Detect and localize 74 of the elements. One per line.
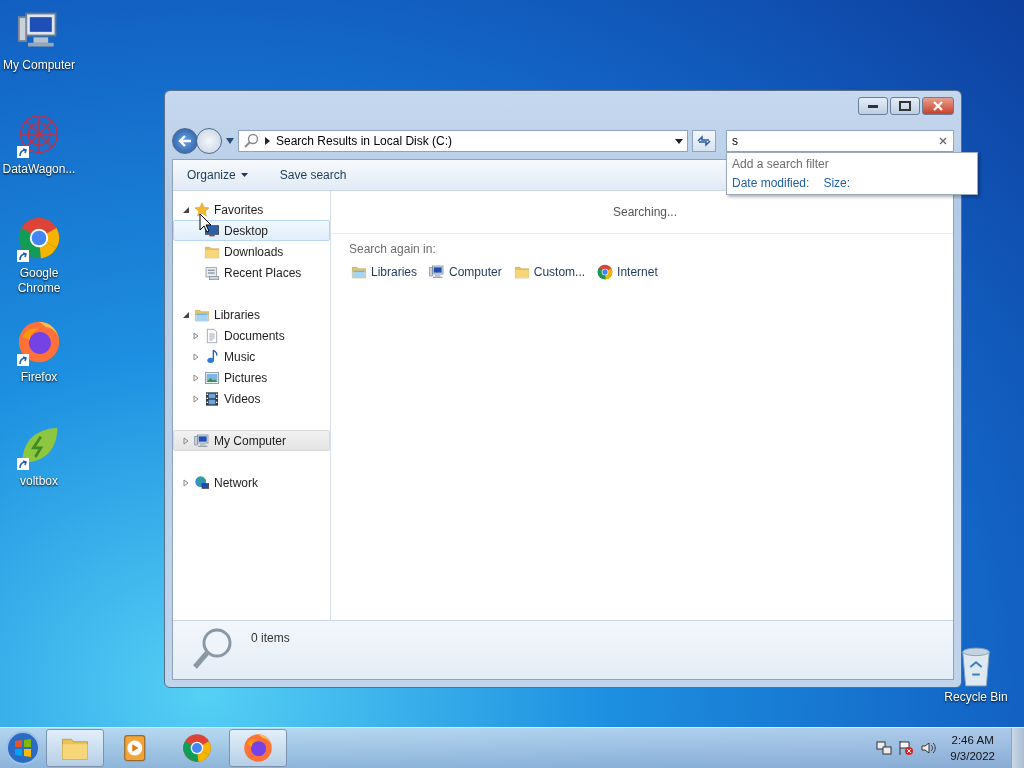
- close-icon: [932, 101, 944, 111]
- expander-icon[interactable]: [182, 205, 190, 214]
- nav-item[interactable]: Network: [173, 472, 330, 493]
- taskbar-app-button[interactable]: [46, 729, 104, 767]
- clock[interactable]: 2:46 AM 9/3/2022: [942, 732, 1003, 764]
- filter-link[interactable]: Size:: [823, 176, 851, 190]
- film-icon: [204, 390, 220, 407]
- desktop-icon-label[interactable]: DataWagon...: [2, 162, 76, 177]
- desktop-icon-label[interactable]: Google Chrome: [1, 266, 77, 296]
- firefox-icon: [243, 733, 273, 763]
- minimize-button[interactable]: [858, 97, 888, 115]
- search-field[interactable]: s: [726, 130, 954, 152]
- nav-item[interactable]: My Computer: [173, 430, 330, 451]
- nav-item[interactable]: Downloads: [173, 241, 330, 262]
- search-icon: [243, 133, 259, 149]
- taskbar-app-button[interactable]: [229, 729, 287, 767]
- back-arrow-icon: [178, 135, 192, 147]
- back-button[interactable]: [172, 128, 198, 154]
- refresh-arrows-icon: [697, 135, 711, 147]
- history-dropdown-icon[interactable]: [226, 138, 234, 144]
- desktop-icon-label[interactable]: My Computer: [3, 58, 75, 73]
- picture-icon: [204, 369, 220, 386]
- breadcrumb-arrow-icon[interactable]: [265, 137, 270, 145]
- maximize-button[interactable]: [890, 97, 920, 115]
- network-status-icon[interactable]: [876, 740, 893, 756]
- music-note-icon: [204, 348, 220, 365]
- mouse-pointer-icon: [199, 213, 212, 233]
- recent-places-icon: [204, 264, 220, 281]
- computer-icon: [429, 264, 446, 280]
- chrome-icon: [17, 216, 61, 260]
- speaker-icon[interactable]: [920, 740, 937, 756]
- expander-icon[interactable]: [182, 310, 190, 319]
- maximize-icon: [899, 101, 911, 111]
- clear-icon[interactable]: [938, 136, 948, 146]
- document-icon: [204, 327, 220, 344]
- refresh-button[interactable]: [692, 130, 716, 152]
- toolbar-button[interactable]: Save search: [275, 166, 351, 184]
- windows-logo-icon: [5, 730, 41, 766]
- globe-icon: [194, 474, 210, 491]
- item-count: 0 items: [251, 630, 290, 645]
- nav-item[interactable]: Libraries: [173, 304, 330, 325]
- recycle-bin-icon[interactable]: [959, 646, 993, 688]
- address-bar[interactable]: Search Results in Local Disk (C:): [238, 130, 688, 152]
- desktop-icon-label[interactable]: Recycle Bin: [944, 690, 1008, 705]
- minimize-icon: [868, 104, 878, 108]
- forward-button[interactable]: [196, 128, 222, 154]
- search-location-link[interactable]: Custom...: [513, 264, 586, 280]
- search-location-link[interactable]: Computer: [429, 264, 502, 280]
- nav-item[interactable]: Documents: [173, 325, 330, 346]
- status-text: Searching...: [613, 205, 678, 219]
- flag-alert-icon[interactable]: [898, 740, 915, 756]
- search-location-link[interactable]: Libraries: [351, 264, 418, 280]
- nav-item[interactable]: Recent Places: [173, 262, 330, 283]
- magnifier-icon: [191, 627, 233, 671]
- toolbar-button[interactable]: Organize: [183, 166, 252, 184]
- folder-icon: [513, 264, 530, 280]
- search-location-link[interactable]: Internet: [597, 264, 658, 280]
- firefox-icon: [17, 320, 61, 364]
- chrome-icon: [182, 733, 212, 763]
- filter-heading: Add a search filter: [732, 157, 830, 171]
- computer-icon: [194, 432, 210, 449]
- nav-item[interactable]: Favorites: [173, 199, 330, 220]
- nav-item[interactable]: Desktop: [173, 220, 330, 241]
- filter-link[interactable]: Date modified:: [732, 176, 810, 190]
- web-pattern-icon: [17, 112, 61, 156]
- caret-icon[interactable]: [675, 138, 683, 144]
- nav-item[interactable]: Videos: [173, 388, 330, 409]
- close-button[interactable]: [922, 97, 954, 115]
- search-again-label: Search again in:: [348, 241, 437, 256]
- nav-item[interactable]: Music: [173, 346, 330, 367]
- chrome-icon: [597, 264, 614, 280]
- star-icon: [194, 201, 210, 218]
- nav-item[interactable]: Pictures: [173, 367, 330, 388]
- library-folder-icon: [351, 264, 367, 280]
